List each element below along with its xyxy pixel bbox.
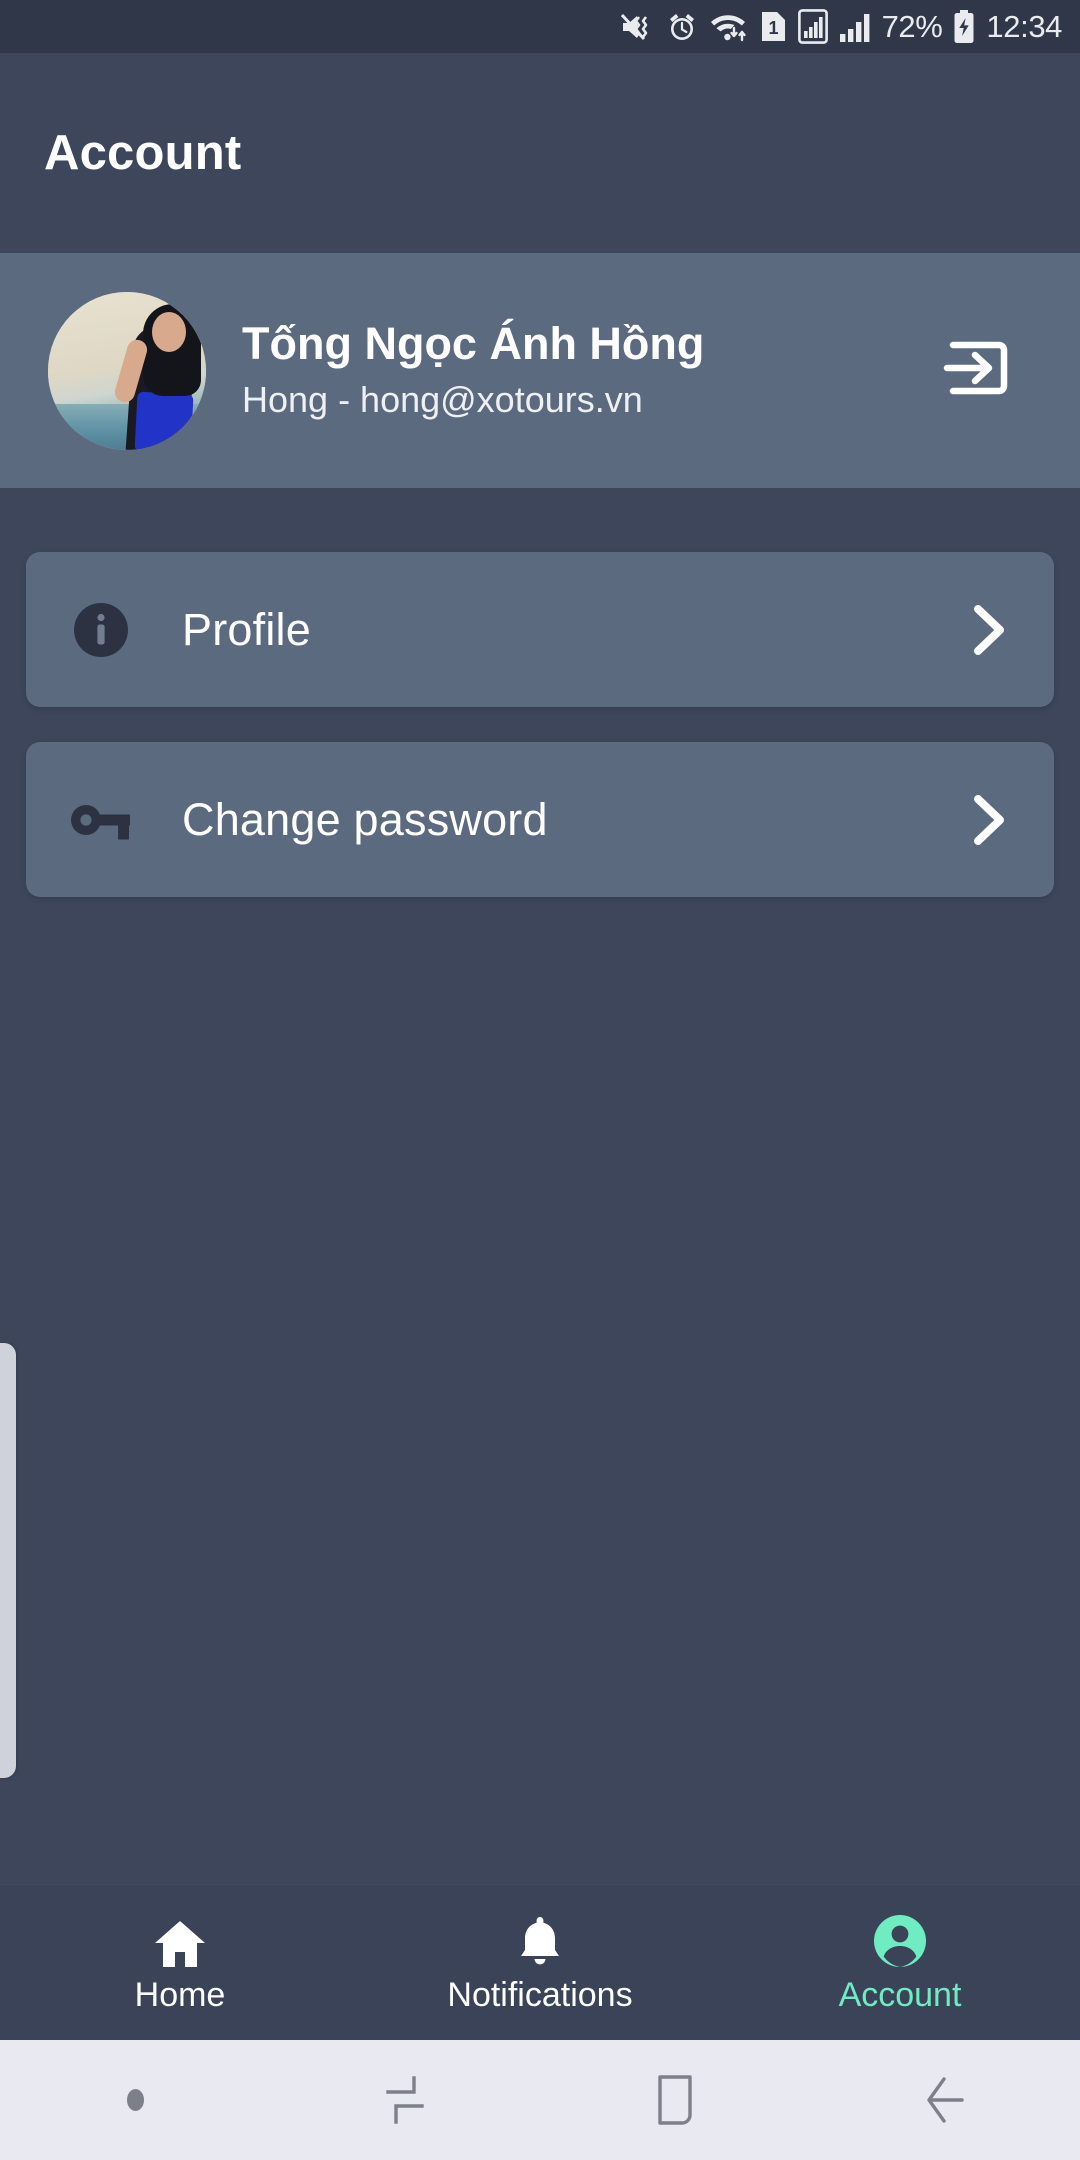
- edge-panel-handle[interactable]: [0, 1343, 16, 1778]
- person-circle-icon: [872, 1913, 928, 1969]
- wifi-data-transfer-icon: [709, 11, 749, 43]
- logout-icon: [939, 331, 1013, 410]
- dot-indicator[interactable]: [0, 2089, 270, 2111]
- svg-text:1: 1: [768, 18, 778, 38]
- alarm-clock-icon: [666, 11, 698, 43]
- chevron-right-icon[interactable]: [960, 602, 1016, 658]
- phone-screen: 1 72% 12:34 Account Tống Ngọc Ánh Hồng H…: [0, 0, 1080, 2160]
- home-icon: [153, 1913, 207, 1969]
- info-circle-icon: [66, 595, 136, 665]
- signal-boxed-icon: [797, 9, 828, 44]
- nav-item-notifications[interactable]: Notifications: [360, 1913, 720, 2012]
- sim-card-1-icon: 1: [760, 10, 787, 43]
- menu-item-change-password[interactable]: Change password: [26, 742, 1054, 897]
- nav-item-account[interactable]: Account: [720, 1913, 1080, 2012]
- nav-item-label: Notifications: [447, 1976, 633, 2014]
- signal-bars-icon: [839, 11, 871, 43]
- profile-subtitle: Hong - hong@xotours.vn: [242, 378, 643, 420]
- avatar: [48, 291, 206, 450]
- profile-banner[interactable]: Tống Ngọc Ánh Hồng Hong - hong@xotours.v…: [0, 253, 1080, 488]
- status-bar: 1 72% 12:34: [0, 0, 1080, 53]
- menu-item-label: Profile: [182, 603, 311, 655]
- mute-vibrate-icon: [620, 12, 655, 42]
- profile-name: Tống Ngọc Ánh Hồng: [242, 318, 705, 370]
- logout-button[interactable]: [934, 329, 1018, 413]
- bottom-navigation-bar: Home Notifications Account: [0, 1884, 1080, 2040]
- menu-item-profile[interactable]: Profile: [26, 552, 1054, 707]
- back-arrow-icon[interactable]: [810, 2073, 1080, 2127]
- home-square-icon[interactable]: [540, 2073, 810, 2127]
- profile-text-block: Tống Ngọc Ánh Hồng Hong - hong@xotours.v…: [206, 318, 934, 421]
- chevron-right-icon[interactable]: [960, 792, 1016, 848]
- nav-item-label: Account: [838, 1976, 962, 2014]
- clock-label: 12:34: [986, 9, 1062, 44]
- app-bar: Account: [0, 53, 1080, 253]
- battery-charging-icon: [953, 9, 975, 44]
- nav-item-label: Home: [134, 1976, 226, 2014]
- key-icon: [66, 785, 136, 855]
- nav-item-home[interactable]: Home: [0, 1913, 360, 2012]
- content-area: Profile Change password: [0, 488, 1080, 1884]
- menu-item-label: Change password: [182, 793, 548, 845]
- page-title: Account: [44, 126, 242, 180]
- recents-icon[interactable]: [270, 2072, 540, 2128]
- system-navigation-bar: [0, 2040, 1080, 2160]
- bell-icon: [517, 1913, 563, 1969]
- battery-percent-label: 72%: [881, 9, 943, 44]
